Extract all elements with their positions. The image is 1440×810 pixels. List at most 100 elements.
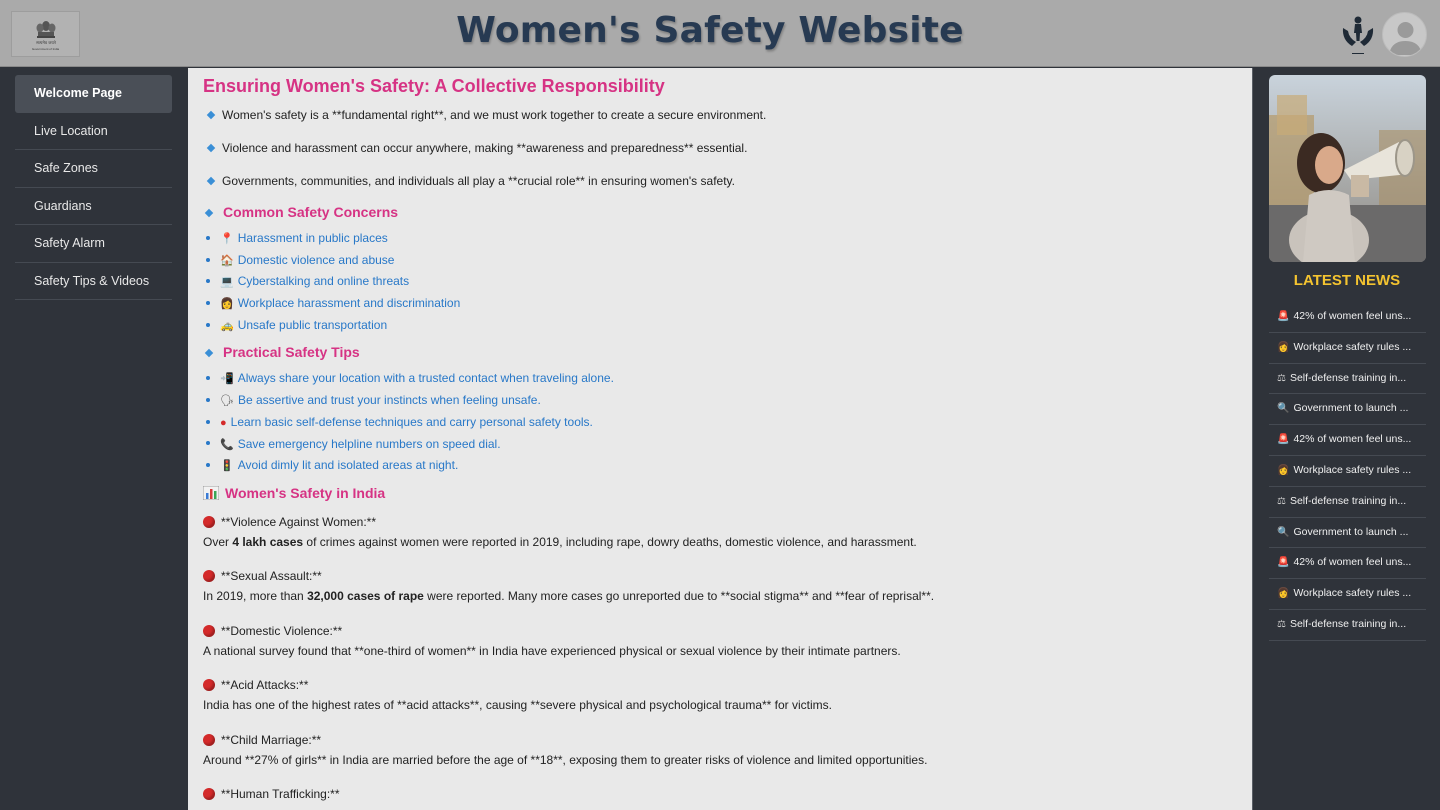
red-circle-icon (203, 624, 215, 637)
speaking-head-icon: 🗣 (220, 395, 234, 408)
tips-heading: Practical Safety Tips (203, 338, 1252, 368)
list-item-text: Always share your location with a truste… (237, 371, 614, 386)
intro-paragraph: Women's safety is a **fundamental right*… (203, 99, 1252, 132)
stat-text: A national survey found that **one-third… (203, 643, 901, 658)
stat-title: **Human Trafficking:** (203, 781, 1252, 803)
stat-title: **Sexual Assault:** (203, 563, 1252, 585)
intro-text: Women's safety is a **fundamental right*… (222, 108, 767, 122)
list-item-text: Learn basic self-defense techniques and … (230, 414, 593, 429)
news-item-text: Government to launch ... (1293, 402, 1409, 415)
sidebar-item-safety-tips-videos[interactable]: Safety Tips & Videos (15, 263, 172, 300)
list-item[interactable]: 🚕 Unsafe public transportation (205, 315, 1252, 337)
concerns-list: 📍 Harassment in public places 🏠 Domestic v… (203, 228, 1252, 336)
intro-text: Violence and harassment can occur anywhe… (222, 141, 748, 155)
list-item-text: Workplace harassment and discrimination (237, 296, 461, 311)
red-circle-icon (203, 788, 215, 801)
sidebar-nav: Welcome Page Live Location Safe Zones Gu… (15, 75, 172, 300)
sidebar-item-safety-alarm[interactable]: Safety Alarm (15, 225, 172, 263)
office-worker-icon: 👩 (1277, 464, 1290, 476)
traffic-light-icon: 🚦 (220, 460, 234, 473)
stat-title: **Child Marriage:** (203, 727, 1252, 749)
news-item-text: Self-defense training in... (1289, 371, 1407, 384)
news-item[interactable]: 🚨 42% of women feel uns... (1269, 425, 1426, 456)
news-item[interactable]: 👩 Workplace safety rules ... (1269, 579, 1426, 610)
news-item[interactable]: 🔍 Government to launch ... (1269, 518, 1426, 549)
news-item-text: 42% of women feel uns... (1293, 556, 1412, 569)
list-item[interactable]: 📞 Save emergency helpline numbers on spee… (205, 434, 1252, 456)
news-item[interactable]: ⚖ Self-defense training in... (1269, 487, 1426, 518)
bullet-icon (206, 257, 210, 262)
stat-title: **Domestic Violence:** (203, 618, 1252, 640)
list-item[interactable]: 📍 Harassment in public places (205, 228, 1252, 250)
news-item-text: Government to launch ... (1293, 525, 1409, 538)
news-item-text: 42% of women feel uns... (1293, 433, 1412, 446)
sidebar-item-live-location[interactable]: Live Location (15, 113, 172, 150)
main-content: Ensuring Women's Safety: A Collective Re… (188, 68, 1252, 810)
news-image[interactable] (1269, 75, 1426, 262)
stat-text: of crimes against women were reported in… (303, 534, 917, 549)
stat-title: **Violence Against Women:** (203, 509, 1252, 531)
news-item[interactable]: 🚨 42% of women feel uns... (1269, 548, 1426, 580)
stat-description: A national survey found that **one-third… (203, 640, 1252, 673)
house-icon: 🏠 (220, 254, 234, 267)
laptop-icon: 💻 (220, 276, 234, 289)
stat-block: **Child Marriage:** Around **27% of girl… (203, 727, 1252, 782)
list-item[interactable]: 🗣 Be assertive and trust your instincts w… (205, 390, 1252, 412)
stat-title-text: **Violence Against Women:** (221, 514, 376, 529)
list-item[interactable]: 📲 Always share your location with a trust… (205, 368, 1252, 390)
sidebar-item-guardians[interactable]: Guardians (15, 188, 172, 225)
red-circle-icon: ● (220, 416, 227, 429)
stat-title-text: **Domestic Violence:** (221, 623, 343, 638)
news-item-text: Workplace safety rules ... (1293, 587, 1412, 600)
news-item[interactable]: 👩 Workplace safety rules ... (1269, 333, 1426, 364)
magnifier-icon: 🔍 (1277, 403, 1290, 415)
stat-title-text: **Acid Attacks:** (221, 678, 309, 693)
list-item-text: Be assertive and trust your instincts wh… (237, 393, 541, 408)
news-item-text: Self-defense training in... (1289, 617, 1407, 630)
stat-text: Around **27% of girls** in India are mar… (203, 752, 928, 767)
news-item[interactable]: ⚖ Self-defense training in... (1269, 610, 1426, 641)
scales-icon: ⚖ (1277, 618, 1286, 630)
india-heading: Women's Safety in India (203, 479, 1252, 509)
hands-woman-icon[interactable] (1340, 14, 1376, 56)
page-title: Women's Safety Website (456, 10, 964, 51)
news-item[interactable]: 🔍 Government to launch ... (1269, 394, 1426, 426)
bullet-icon (206, 419, 210, 424)
stat-description: India has one of the highest rates of **… (203, 694, 1252, 727)
stat-highlight: 4 lakh cases (232, 534, 304, 549)
office-worker-icon: 👩 (220, 298, 234, 311)
stat-title-text: **Human Trafficking:** (221, 787, 340, 802)
bullet-icon (206, 322, 210, 327)
intro-section: Women's safety is a **fundamental right*… (203, 99, 1252, 198)
office-worker-icon: 👩 (1277, 588, 1290, 600)
stat-text: In 2019, more than (203, 589, 308, 604)
bullet-icon (206, 397, 210, 402)
bullet-icon (206, 300, 210, 305)
list-item[interactable]: 🚦 Avoid dimly lit and isolated areas at n… (205, 455, 1252, 477)
blue-diamond-icon (204, 348, 214, 358)
news-item[interactable]: 👩 Workplace safety rules ... (1269, 456, 1426, 487)
bullet-icon (206, 235, 210, 240)
list-item[interactable]: 💻 Cyberstalking and online threats (205, 271, 1252, 293)
intro-paragraph: Governments, communities, and individual… (203, 165, 1252, 198)
red-circle-icon (203, 733, 215, 746)
list-item[interactable]: 👩 Workplace harassment and discrimination (205, 293, 1252, 315)
blue-diamond-icon (206, 144, 216, 153)
siren-icon: 🚨 (1277, 557, 1290, 569)
stat-title-text: **Child Marriage:** (221, 732, 322, 747)
list-item[interactable]: ● Learn basic self-defense techniques and… (205, 412, 1252, 434)
blue-diamond-icon (206, 177, 216, 186)
sidebar-item-safe-zones[interactable]: Safe Zones (15, 150, 172, 188)
telephone-icon: 📞 (220, 438, 234, 451)
news-item[interactable]: ⚖ Self-defense training in... (1269, 364, 1426, 395)
list-item[interactable]: 🏠 Domestic violence and abuse (205, 250, 1252, 272)
pin-icon: 📍 (220, 233, 234, 245)
user-avatar[interactable] (1382, 12, 1427, 57)
taxi-icon: 🚕 (220, 319, 234, 332)
sidebar-item-welcome-page[interactable]: Welcome Page (15, 75, 172, 113)
blue-diamond-icon (206, 111, 216, 120)
news-item[interactable]: 🚨 42% of women feel uns... (1269, 302, 1426, 333)
stat-title-text: **Sexual Assault:** (221, 569, 322, 584)
bullet-icon (206, 463, 210, 468)
siren-icon: 🚨 (1277, 311, 1290, 322)
